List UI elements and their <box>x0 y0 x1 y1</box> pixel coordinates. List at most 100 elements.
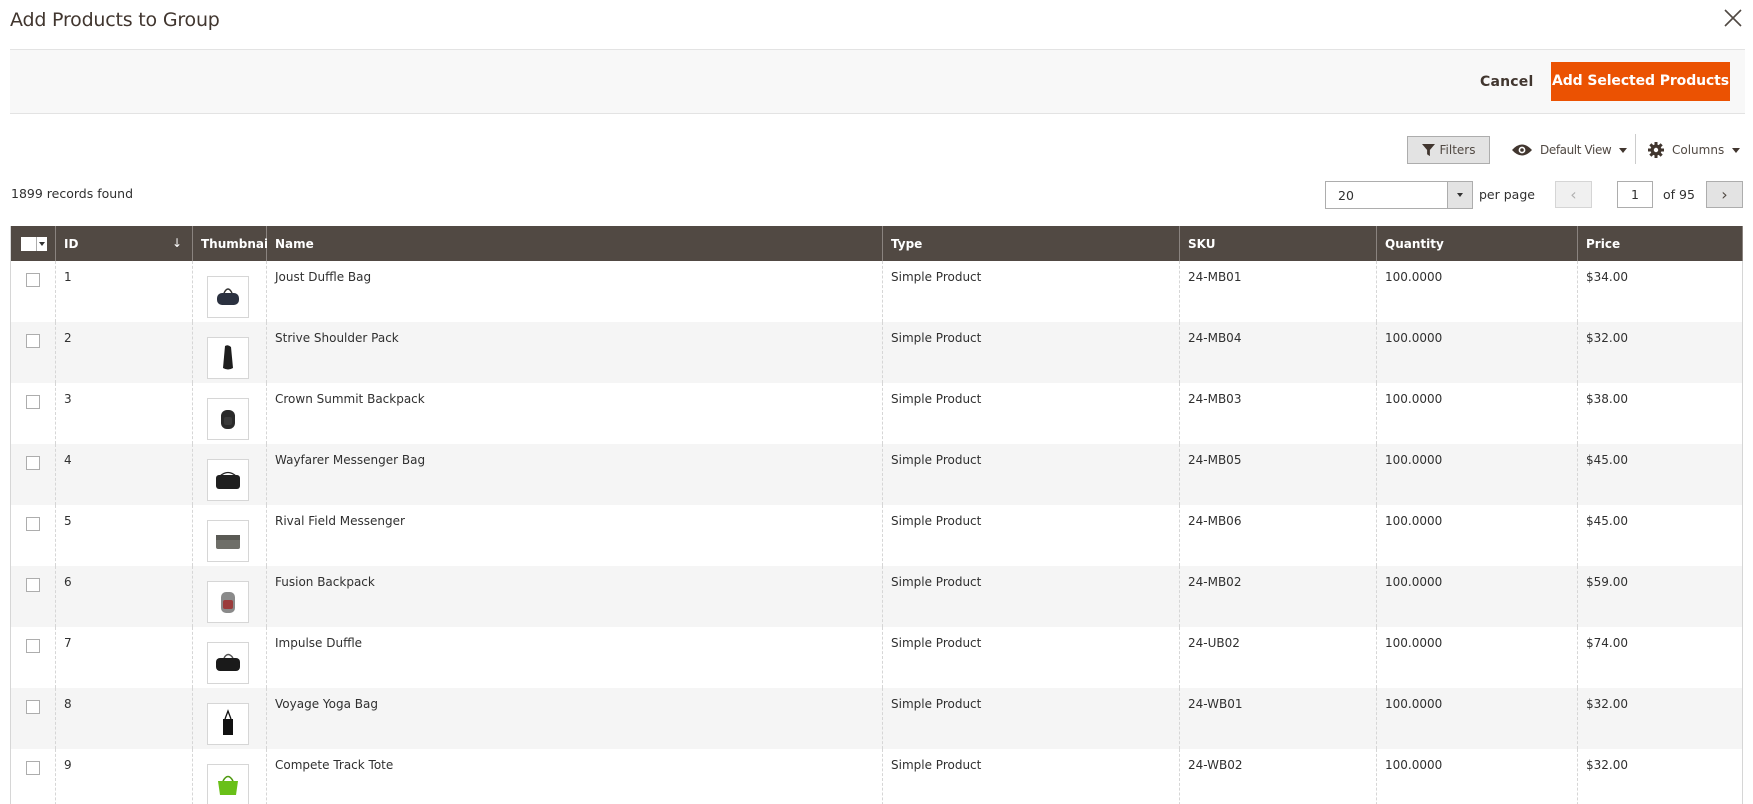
price-cell: $45.00 <box>1577 505 1743 566</box>
per-page-select[interactable]: 20 <box>1325 181 1473 209</box>
id-cell: 8 <box>55 688 193 749</box>
next-page-button[interactable]: › <box>1706 181 1743 208</box>
product-price: $32.00 <box>1586 758 1628 772</box>
product-thumbnail[interactable] <box>207 276 249 318</box>
quantity-cell: 100.0000 <box>1376 261 1578 322</box>
column-header-price[interactable]: Price <box>1577 226 1743 261</box>
mass-action-header <box>10 226 56 261</box>
add-selected-products-button[interactable]: Add Selected Products <box>1551 62 1730 101</box>
row-select-cell <box>10 749 56 804</box>
table-row[interactable]: 6 Fusion Backpack Simple Product 24-MB02 100… <box>10 566 1743 627</box>
product-quantity: 100.0000 <box>1385 575 1443 589</box>
row-checkbox[interactable] <box>26 578 40 592</box>
sku-cell: 24-MB03 <box>1179 383 1377 444</box>
row-select-cell <box>10 322 56 383</box>
table-row[interactable]: 4 Wayfarer Messenger Bag Simple Product 24-… <box>10 444 1743 505</box>
id-cell: 1 <box>55 261 193 322</box>
table-row[interactable]: 9 Compete Track Tote Simple Product 24-WB02… <box>10 749 1743 804</box>
product-thumbnail[interactable] <box>207 642 249 684</box>
default-view-dropdown[interactable]: Default View <box>1512 136 1628 164</box>
tote-green-image-icon <box>218 775 238 795</box>
product-thumbnail[interactable] <box>207 703 249 745</box>
cancel-button[interactable]: Cancel <box>1480 64 1533 100</box>
table-row[interactable]: 3 Crown Summit Backpack Simple Product 24-M… <box>10 383 1743 444</box>
product-thumbnail[interactable] <box>207 581 249 623</box>
name-cell: Fusion Backpack <box>266 566 883 627</box>
product-name: Impulse Duffle <box>275 636 363 650</box>
row-checkbox[interactable] <box>26 700 40 714</box>
modal-actions-bar: Cancel Add Selected Products <box>10 49 1745 114</box>
product-thumbnail[interactable] <box>207 764 249 804</box>
product-thumbnail[interactable] <box>207 459 249 501</box>
type-cell: Simple Product <box>882 444 1180 505</box>
column-header-type[interactable]: Type <box>882 226 1180 261</box>
row-checkbox[interactable] <box>26 395 40 409</box>
name-cell: Impulse Duffle <box>266 627 883 688</box>
per-page-value: 20 <box>1338 188 1354 203</box>
sku-cell: 24-MB01 <box>1179 261 1377 322</box>
table-row[interactable]: 5 Rival Field Messenger Simple Product 24-M… <box>10 505 1743 566</box>
quantity-cell: 100.0000 <box>1376 383 1578 444</box>
row-checkbox[interactable] <box>26 517 40 531</box>
product-type: Simple Product <box>891 453 982 467</box>
product-price: $74.00 <box>1586 636 1628 650</box>
duffle-image-icon <box>217 288 239 305</box>
chevron-right-icon: › <box>1721 185 1728 204</box>
select-all-checkbox[interactable] <box>21 236 36 251</box>
shoulder-image-icon <box>223 345 233 370</box>
product-thumbnail[interactable] <box>207 337 249 379</box>
row-checkbox[interactable] <box>26 456 40 470</box>
sku-cell: 24-WB02 <box>1179 749 1377 804</box>
type-cell: Simple Product <box>882 688 1180 749</box>
row-checkbox[interactable] <box>26 273 40 287</box>
table-row[interactable]: 8 Voyage Yoga Bag Simple Product 24-WB01 100… <box>10 688 1743 749</box>
mass-action-toggle[interactable] <box>35 236 47 251</box>
table-row[interactable]: 1 Joust Duffle Bag Simple Product 24-MB01 10… <box>10 261 1743 322</box>
product-price: $32.00 <box>1586 331 1628 345</box>
product-quantity: 100.0000 <box>1385 453 1443 467</box>
row-select-cell <box>10 566 56 627</box>
columns-dropdown[interactable]: Columns <box>1648 136 1741 164</box>
total-pages: of 95 <box>1663 187 1695 202</box>
row-checkbox[interactable] <box>26 334 40 348</box>
product-sku: 24-WB01 <box>1188 697 1243 711</box>
product-sku: 24-MB04 <box>1188 331 1242 345</box>
sku-cell: 24-MB04 <box>1179 322 1377 383</box>
thumbnail-cell <box>192 627 267 688</box>
sku-cell: 24-MB05 <box>1179 444 1377 505</box>
table-row[interactable]: 2 Strive Shoulder Pack Simple Product 24-MB… <box>10 322 1743 383</box>
product-thumbnail[interactable] <box>207 398 249 440</box>
toolbar-divider <box>1635 134 1636 164</box>
close-button[interactable] <box>1721 6 1745 30</box>
thumbnail-cell <box>192 261 267 322</box>
per-page-toggle[interactable] <box>1447 182 1472 208</box>
chevron-down-icon <box>1457 193 1463 197</box>
column-header-name[interactable]: Name <box>266 226 883 261</box>
column-header-quantity[interactable]: Quantity <box>1376 226 1578 261</box>
product-thumbnail[interactable] <box>207 520 249 562</box>
column-header-id[interactable]: ID ↓ <box>55 226 193 261</box>
filters-button[interactable]: Filters <box>1407 136 1490 164</box>
product-price: $38.00 <box>1586 392 1628 406</box>
row-checkbox[interactable] <box>26 639 40 653</box>
product-name: Voyage Yoga Bag <box>275 697 378 711</box>
previous-page-button[interactable]: ‹ <box>1555 181 1592 208</box>
chevron-down-icon <box>1732 147 1741 153</box>
column-header-sku[interactable]: SKU <box>1179 226 1377 261</box>
table-row[interactable]: 7 Impulse Duffle Simple Product 24-UB02 100.… <box>10 627 1743 688</box>
product-type: Simple Product <box>891 758 982 772</box>
name-cell: Strive Shoulder Pack <box>266 322 883 383</box>
price-cell: $32.00 <box>1577 688 1743 749</box>
mass-action-select[interactable] <box>21 236 47 251</box>
product-id: 5 <box>64 514 72 528</box>
row-checkbox[interactable] <box>26 761 40 775</box>
product-price: $45.00 <box>1586 514 1628 528</box>
tote-image-icon <box>223 709 233 735</box>
product-type: Simple Product <box>891 575 982 589</box>
row-select-cell <box>10 261 56 322</box>
quantity-cell: 100.0000 <box>1376 505 1578 566</box>
modal-title: Add Products to Group <box>10 9 220 31</box>
thumbnail-cell <box>192 688 267 749</box>
grid-header-row: ID ↓ Thumbnail Name Type SKU Quantity Pri… <box>10 226 1743 261</box>
current-page-input[interactable] <box>1617 181 1653 208</box>
